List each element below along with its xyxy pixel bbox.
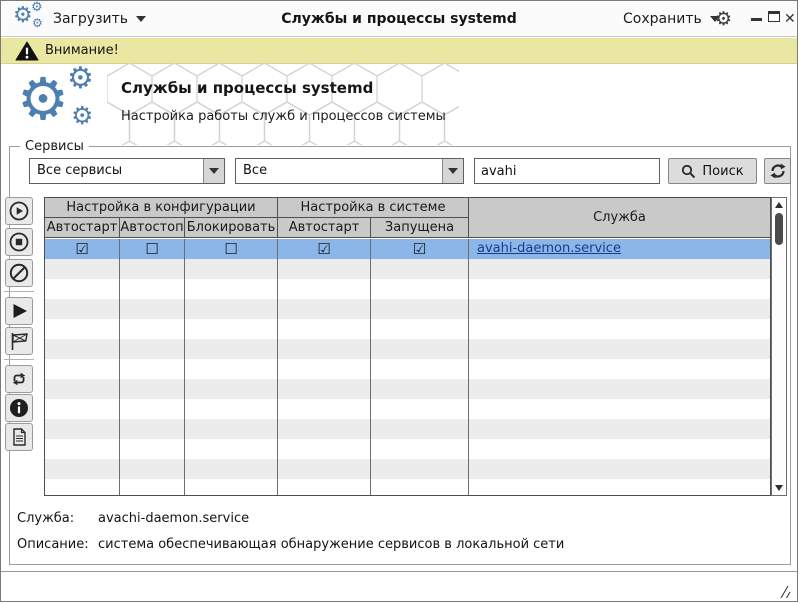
restart-arrows-icon: [8, 368, 30, 390]
chevron-down-icon: [209, 168, 219, 174]
minimize-button[interactable]: [751, 18, 762, 21]
play-icon: [8, 300, 30, 322]
group-header-config: Настройка в конфигурации: [45, 198, 277, 218]
service-filter-dropdown[interactable]: Все сервисы: [29, 158, 225, 184]
save-menu-button[interactable]: Сохранить: [623, 7, 720, 31]
chevron-down-icon: [448, 168, 458, 174]
app-window: ⚙⚙⚙ Загрузить Службы и процессы systemd …: [0, 0, 798, 602]
load-menu-button[interactable]: Загрузить: [53, 7, 146, 31]
warning-bar[interactable]: Внимание!: [1, 38, 797, 64]
load-menu-label: Загрузить: [53, 11, 128, 27]
warning-triangle-icon: [15, 41, 39, 61]
table-row-empty: [45, 259, 770, 279]
table-row-empty: [45, 439, 770, 459]
table-row-empty: [45, 339, 770, 359]
table-row-empty: [45, 299, 770, 319]
dropdown-arrow-button[interactable]: [203, 159, 224, 183]
stop-circle-icon: [8, 231, 30, 253]
services-legend: Сервисы: [20, 139, 89, 154]
prohibit-icon: [8, 262, 30, 284]
state-filter-value: Все: [243, 159, 267, 183]
column-header-autostart-system: Автостарт: [278, 218, 371, 237]
search-button[interactable]: Поиск: [668, 158, 757, 184]
app-logo-gears-icon: ⚙⚙⚙: [11, 1, 49, 37]
service-link[interactable]: avahi-daemon.service: [477, 241, 621, 256]
document-icon: [8, 426, 30, 448]
window-title: Службы и процессы systemd: [151, 1, 647, 37]
start-service-button[interactable]: [5, 297, 33, 325]
search-icon: [681, 164, 696, 179]
page-title: Службы и процессы systemd: [121, 79, 373, 97]
triangle-up-icon: [775, 202, 783, 208]
table-row-empty: [45, 319, 770, 339]
journal-button[interactable]: [5, 423, 33, 451]
hexagon-pattern: [107, 63, 459, 145]
info-icon: [8, 397, 30, 419]
search-button-label: Поиск: [702, 164, 743, 179]
column-header-block: Блокировать: [185, 218, 277, 237]
checkbox-unchecked-icon[interactable]: ☐: [185, 239, 278, 259]
table-row-empty: [45, 279, 770, 299]
table-header: Настройка в конфигурации Автостарт Автос…: [45, 198, 770, 238]
play-circle-icon: [8, 200, 30, 222]
table-row-empty: [45, 359, 770, 379]
block-service-button[interactable]: [5, 259, 33, 287]
restart-service-button[interactable]: [5, 365, 33, 393]
column-header-service: Служба: [469, 198, 770, 238]
refresh-icon: [769, 162, 787, 180]
table-row-empty: [45, 379, 770, 399]
chevron-down-icon: [136, 16, 146, 22]
description-detail-label: Описание:: [17, 537, 89, 552]
save-menu-label: Сохранить: [623, 11, 702, 27]
service-filter-value: Все сервисы: [37, 159, 122, 183]
service-detail-value: avachi-daemon.service: [98, 511, 249, 526]
status-bar: [1, 571, 797, 602]
app-header: ⚙⚙⚙ Службы и процессы systemd Настройка …: [1, 65, 797, 145]
page-subtitle: Настройка работы служб и процессов систе…: [121, 109, 446, 124]
column-header-autostart-config: Автостарт: [45, 218, 120, 237]
close-button[interactable]: ✕: [784, 9, 796, 29]
column-header-running: Запущена: [371, 218, 468, 237]
disable-autostart-button[interactable]: [5, 228, 33, 256]
table-row[interactable]: ☑☐☐☑☑avahi-daemon.service: [45, 239, 770, 259]
info-button[interactable]: [5, 394, 33, 422]
stop-service-button[interactable]: [5, 327, 33, 355]
resize-grip[interactable]: [777, 585, 791, 599]
toolbar-divider: [4, 291, 34, 292]
table-scrollbar[interactable]: [771, 197, 787, 496]
state-filter-dropdown[interactable]: Все: [235, 158, 464, 184]
table-row-empty: [45, 419, 770, 439]
app-logo-gears-icon: ⚙⚙⚙: [15, 61, 111, 145]
table-row-empty: [45, 399, 770, 419]
scrollbar-thumb[interactable]: [775, 213, 783, 245]
checkbox-checked-icon[interactable]: ☑: [45, 239, 120, 259]
service-detail-label: Служба:: [17, 511, 74, 526]
dropdown-arrow-button[interactable]: [442, 159, 463, 183]
column-header-autostop: Автостоп: [120, 218, 185, 237]
triangle-down-icon: [775, 485, 783, 491]
table-row-empty: [45, 459, 770, 479]
settings-gear-icon[interactable]: ⚙: [715, 8, 732, 30]
maximize-button[interactable]: [768, 11, 780, 22]
checkbox-checked-icon[interactable]: ☑: [278, 239, 371, 259]
scroll-up-arrow[interactable]: [772, 199, 786, 211]
finish-flag-icon: [8, 330, 30, 352]
checkbox-unchecked-icon[interactable]: ☐: [120, 239, 185, 259]
description-detail-value: система обеспечивающая обнаружение серви…: [98, 537, 564, 552]
refresh-button[interactable]: [764, 158, 791, 184]
search-input[interactable]: [474, 158, 660, 184]
table-row-empty: [45, 479, 770, 495]
toolbar-divider: [4, 359, 34, 360]
titlebar: ⚙⚙⚙ Загрузить Службы и процессы systemd …: [1, 1, 797, 37]
services-table: Настройка в конфигурации Автостарт Автос…: [44, 197, 771, 496]
enable-autostart-button[interactable]: [5, 197, 33, 225]
table-body: ☑☐☐☑☑avahi-daemon.service: [45, 239, 770, 495]
checkbox-checked-icon[interactable]: ☑: [371, 239, 469, 259]
scroll-down-arrow[interactable]: [772, 482, 786, 494]
group-header-system: Настройка в системе: [278, 198, 468, 218]
